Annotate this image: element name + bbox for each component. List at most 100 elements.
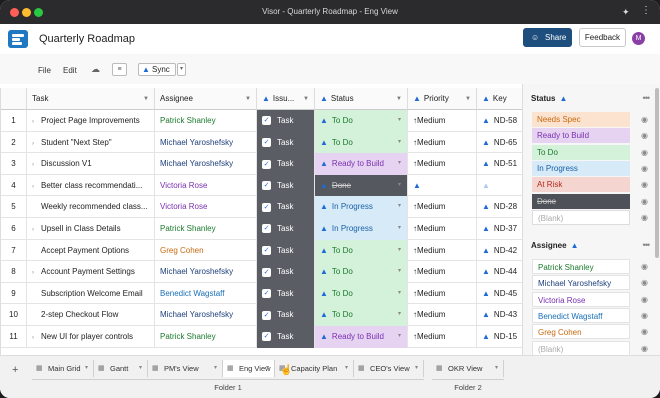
assignee-filter-chip[interactable]: Michael Yaroshefsky	[532, 275, 630, 291]
status-cell[interactable]: ▲ To Do ▾	[315, 304, 408, 326]
issue-column-header[interactable]: ▲ Issu... ▼	[257, 88, 315, 110]
cloud-sync-icon[interactable]: ☁	[91, 64, 100, 75]
task-cell[interactable]: › Account Payment Settings	[27, 261, 155, 283]
sync-dropdown-chevron-icon[interactable]: ▾	[177, 63, 186, 76]
more-menu-icon[interactable]: ⋮	[641, 6, 651, 16]
status-dropdown-chevron-icon[interactable]: ▾	[398, 218, 401, 240]
status-more-icon[interactable]: •••	[643, 93, 651, 103]
tab-okr-view[interactable]: ▦ OKR View ▾	[432, 360, 504, 377]
assignee-cell[interactable]: Patrick Shanley	[155, 326, 257, 348]
extension-icon[interactable]: ✦	[622, 7, 632, 17]
table-row[interactable]: 7 Accept Payment Options Greg Cohen ✓ Task ▲ T…	[1, 239, 522, 262]
status-cell[interactable]: ▲ Done ▾	[315, 174, 408, 197]
issue-key-cell[interactable]: ▲ ND-45	[477, 283, 522, 305]
status-cell[interactable]: ▲ In Progress ▾	[315, 218, 408, 240]
folder-1-label[interactable]: Folder 1	[32, 383, 424, 392]
table-row[interactable]: 9 Subscription Welcome Email Benedict Wags…	[1, 282, 522, 305]
table-row[interactable]: 4 › Better class recommendati... Victoria R…	[1, 174, 522, 197]
status-filter-chip[interactable]: Needs Spec	[532, 112, 630, 127]
task-cell[interactable]: › Better class recommendati...	[27, 174, 155, 197]
assignee-more-icon[interactable]: •••	[643, 240, 651, 250]
assignee-filter-chip[interactable]: Greg Cohen	[532, 324, 630, 340]
table-row[interactable]: 2 › Student "Next Step" Michael Yaroshefsky…	[1, 131, 522, 154]
status-cell[interactable]: ▲ To Do ▾	[315, 110, 408, 132]
visibility-eye-icon[interactable]: ◉	[641, 344, 648, 353]
visibility-eye-icon[interactable]: ◉	[641, 311, 648, 320]
chevron-down-icon[interactable]: ▾	[345, 360, 348, 377]
issue-type-cell[interactable]: ✓ Task	[257, 110, 315, 132]
table-row[interactable]: 11 › New UI for player controls Patrick Sha…	[1, 326, 522, 348]
issue-type-cell[interactable]: ✓ Task	[257, 326, 315, 348]
status-filter-chip[interactable]: Ready to Build	[532, 128, 630, 144]
visibility-eye-icon[interactable]: ◉	[641, 197, 648, 206]
status-dropdown-chevron-icon[interactable]: ▾	[398, 175, 401, 197]
table-row[interactable]: 1 › Project Page Improvements Patrick Shanl…	[1, 110, 522, 132]
assignee-cell[interactable]: Benedict Wagstaff	[155, 282, 257, 305]
sort-icon[interactable]: ▼	[143, 88, 149, 109]
tab-gantt[interactable]: ▦ Gantt ▾	[94, 360, 148, 377]
sort-icon[interactable]: ▼	[465, 88, 471, 109]
tab-ceo-s-view[interactable]: ▦ CEO's View ▾	[354, 360, 424, 377]
share-button[interactable]: ☺ Share	[523, 28, 572, 47]
assignee-filter-chip[interactable]: (Blank)	[532, 340, 630, 356]
status-cell[interactable]: ▲ To Do ▾	[315, 261, 408, 283]
issue-key-cell[interactable]: ▲ ND-58	[477, 110, 522, 132]
task-cell[interactable]: Weekly recommended class...	[27, 196, 155, 218]
issue-type-cell[interactable]: ✓ Task	[257, 261, 315, 283]
issue-type-cell[interactable]: ✓ Task	[257, 218, 315, 240]
expand-chevron-icon[interactable]: ›	[32, 112, 41, 132]
chevron-down-icon[interactable]: ▾	[495, 360, 498, 377]
visibility-eye-icon[interactable]: ◉	[641, 327, 648, 336]
status-filter-chip[interactable]: At Risk	[532, 177, 630, 193]
issue-type-cell[interactable]: ✓ Task	[257, 282, 315, 305]
status-dropdown-chevron-icon[interactable]: ▾	[398, 153, 401, 175]
table-row[interactable]: 5 Weekly recommended class... Victoria Ros…	[1, 196, 522, 218]
tab-pm-s-view[interactable]: ▦ PM's View ▾	[148, 360, 223, 377]
assignee-filter-chip[interactable]: Benedict Wagstaff	[532, 307, 630, 323]
priority-cell[interactable]: ↑Medium	[408, 239, 477, 262]
table-row[interactable]: 10 2-step Checkout Flow Michael Yaroshefsk…	[1, 304, 522, 326]
priority-cell[interactable]: ↑Medium	[408, 110, 477, 132]
status-filter-chip[interactable]: Done	[532, 193, 630, 209]
status-dropdown-chevron-icon[interactable]: ▾	[398, 326, 401, 348]
issue-key-cell[interactable]: ▲ ND-15	[477, 326, 522, 348]
assignee-cell[interactable]: Victoria Rose	[155, 174, 257, 197]
visibility-eye-icon[interactable]: ◉	[641, 115, 648, 124]
task-cell[interactable]: 2-step Checkout Flow	[27, 304, 155, 326]
visibility-eye-icon[interactable]: ◉	[641, 148, 648, 157]
status-cell[interactable]: ▲ To Do ▾	[315, 239, 408, 262]
issue-type-cell[interactable]: ✓ Task	[257, 196, 315, 218]
priority-cell[interactable]: ↑Medium	[408, 153, 477, 175]
status-dropdown-chevron-icon[interactable]: ▾	[398, 240, 401, 262]
priority-cell[interactable]: ▲	[408, 174, 477, 197]
edit-menu[interactable]: Edit	[63, 66, 77, 75]
priority-cell[interactable]: ↑Medium	[408, 282, 477, 305]
status-cell[interactable]: ▲ Ready to Build ▾	[315, 153, 408, 175]
task-cell[interactable]: › Project Page Improvements	[27, 110, 155, 132]
issue-key-cell[interactable]: ▲ ND-37	[477, 218, 522, 240]
key-column-header[interactable]: ▲ Key	[477, 88, 522, 110]
expand-chevron-icon[interactable]: ›	[32, 134, 41, 154]
sort-icon[interactable]: ▼	[245, 88, 251, 109]
task-cell[interactable]: › New UI for player controls	[27, 326, 155, 348]
status-cell[interactable]: ▲ Ready to Build ▾	[315, 326, 408, 348]
feedback-button[interactable]: Feedback	[579, 28, 626, 47]
issue-type-cell[interactable]: ✓ Task	[257, 304, 315, 326]
add-view-icon[interactable]: +	[12, 364, 18, 376]
table-row[interactable]: 8 › Account Payment Settings Michael Yarosh…	[1, 261, 522, 283]
chevron-down-icon[interactable]: ▾	[214, 360, 217, 377]
status-column-header[interactable]: ▲ Status ▼	[315, 88, 408, 110]
visibility-eye-icon[interactable]: ◉	[641, 180, 648, 189]
priority-cell[interactable]: ↑Medium	[408, 196, 477, 218]
tab-eng-view[interactable]: ▦ Eng View ▾	[223, 360, 275, 377]
status-dropdown-chevron-icon[interactable]: ▾	[398, 196, 401, 218]
issue-key-cell[interactable]: ▲ ND-43	[477, 304, 522, 326]
issue-type-cell[interactable]: ✓ Task	[257, 131, 315, 154]
assignee-cell[interactable]: Michael Yaroshefsky	[155, 131, 257, 154]
visibility-eye-icon[interactable]: ◉	[641, 262, 648, 271]
assignee-cell[interactable]: Michael Yaroshefsky	[155, 153, 257, 175]
assignee-column-header[interactable]: Assignee ▼	[155, 88, 257, 110]
visibility-eye-icon[interactable]: ◉	[641, 131, 648, 140]
status-cell[interactable]: ▲ To Do ▾	[315, 131, 408, 154]
chevron-down-icon[interactable]: ▾	[415, 360, 418, 377]
